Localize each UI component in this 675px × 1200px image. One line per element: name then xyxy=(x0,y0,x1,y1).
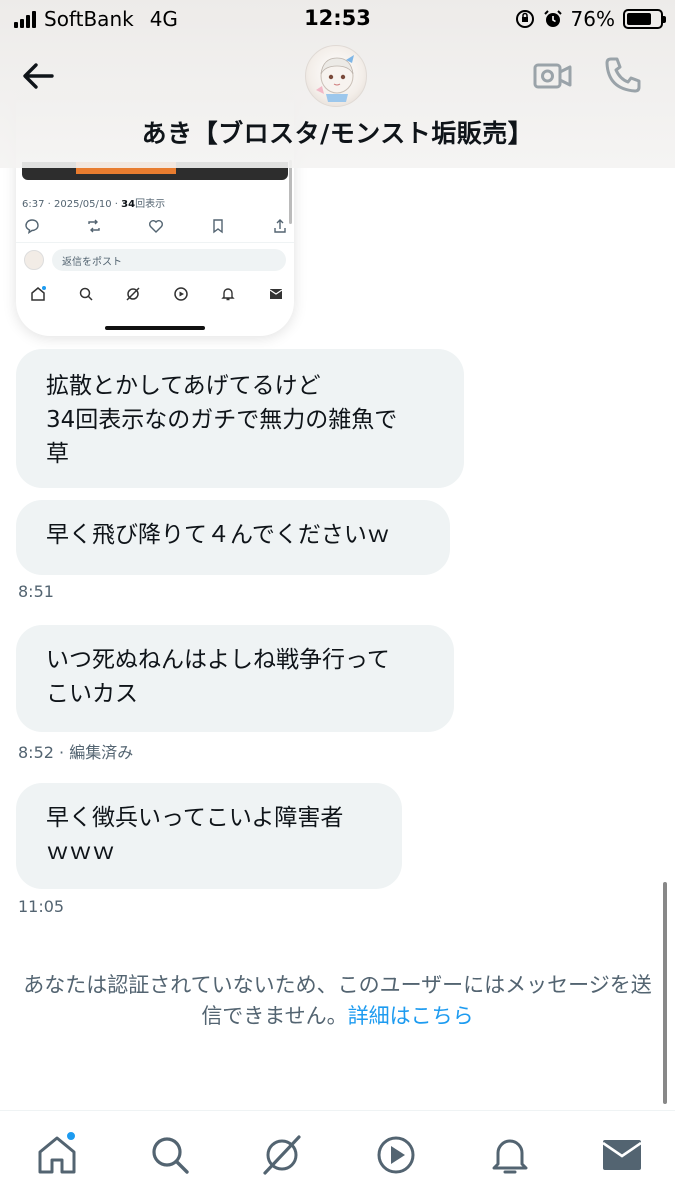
reply-avatar xyxy=(24,250,44,270)
image-tab-bar xyxy=(30,286,284,302)
reply-box: 返信をポスト xyxy=(52,249,286,271)
post-views-suffix: 回表示 xyxy=(135,199,166,210)
message-bubble[interactable]: 拡散とかしてあげてるけど 34回表示なのガチで無力の雑魚で 草 xyxy=(16,349,464,488)
repost-icon xyxy=(88,219,100,233)
search-icon xyxy=(79,287,93,301)
phone-icon[interactable] xyxy=(602,54,644,96)
message-bubble[interactable]: 早く飛び降りて４んでくださいｗ xyxy=(16,500,450,575)
back-button[interactable] xyxy=(18,58,58,94)
video-icon xyxy=(174,287,188,301)
notice-text: あなたは認証されていないため、このユーザーにはメッセージを送信できません。 xyxy=(23,973,652,1028)
post-meta-date: 6:37 · 2025/05/10 · xyxy=(22,199,122,210)
status-bar: SoftBank 4G 12:53 76% xyxy=(0,0,675,38)
orientation-lock-icon xyxy=(515,10,534,28)
alarm-icon xyxy=(543,10,562,27)
post-meta: 6:37 · 2025/05/10 · 34回表示 xyxy=(22,195,165,210)
battery-fill xyxy=(627,13,652,25)
page-title: あき【ブロスタ/モンスト垢販売】 xyxy=(141,119,534,148)
reply-icon xyxy=(25,219,39,234)
notifications-icon xyxy=(221,288,236,301)
scrollbar[interactable] xyxy=(663,882,667,1104)
messages-icon[interactable] xyxy=(600,1133,644,1177)
message-bubble[interactable]: いつ死ぬねんはよしね戦争行って こいカス xyxy=(16,625,454,732)
post-actions xyxy=(24,218,288,234)
post-views-count: 34 xyxy=(121,199,136,210)
video-icon[interactable] xyxy=(374,1133,418,1177)
video-call-icon[interactable] xyxy=(532,58,574,94)
image-divider xyxy=(16,242,294,243)
image-scrollbar xyxy=(289,160,292,224)
battery-icon xyxy=(623,9,666,29)
home-indicator xyxy=(105,326,205,330)
like-icon xyxy=(149,220,163,233)
grok-icon xyxy=(126,287,140,301)
notifications-icon[interactable] xyxy=(488,1133,532,1177)
avatar[interactable] xyxy=(305,45,367,107)
battery-percent: 76% xyxy=(570,7,615,31)
home-badge xyxy=(66,1131,76,1141)
message-timestamp: 8:51 xyxy=(18,582,54,601)
status-right: 76% xyxy=(515,7,666,31)
message-bubble[interactable]: 早く徴兵いってこいよ障害者 ｗｗｗ xyxy=(16,783,402,889)
bookmark-icon xyxy=(213,219,223,234)
avatar-character-icon xyxy=(316,55,354,102)
search-icon[interactable] xyxy=(148,1133,192,1177)
message-timestamp: 11:05 xyxy=(18,897,65,916)
verification-notice: あなたは認証されていないため、このユーザーにはメッセージを送信できません。詳細は… xyxy=(14,970,661,1032)
home-icon xyxy=(31,286,46,301)
share-icon xyxy=(274,219,286,233)
bottom-nav xyxy=(0,1110,675,1200)
messages-icon xyxy=(269,289,283,299)
learn-more-link[interactable]: 詳細はこちら xyxy=(348,1004,474,1028)
grok-icon[interactable] xyxy=(260,1133,304,1177)
message-timestamp: 8:52 · 編集済み xyxy=(18,743,134,762)
